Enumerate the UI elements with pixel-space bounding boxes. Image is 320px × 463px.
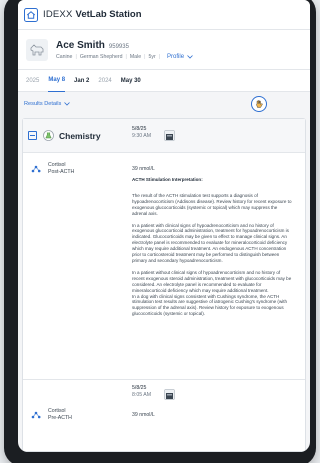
analyzer-icon xyxy=(164,389,175,400)
result-time: 8:05 AM xyxy=(132,392,152,398)
dog-avatar-icon xyxy=(26,38,48,61)
row-label-sample: Post-ACTH xyxy=(48,169,75,175)
row-label: Cortisol Pre-ACTH xyxy=(48,408,72,422)
app-screen: IDEXX VetLab Station Ace Smith 959935 Ca… xyxy=(18,0,310,452)
patient-card: Ace Smith 959935 Canine | German Shepher… xyxy=(18,30,310,70)
results-details-label: Results Details xyxy=(24,101,62,107)
profile-dropdown[interactable]: Profile xyxy=(167,54,193,60)
molecule-icon xyxy=(31,411,41,419)
interpretation-paragraph: The result of the ACTH stimulation test … xyxy=(132,192,292,216)
result-date: 5/8/25 xyxy=(132,385,147,391)
analyzer-icon xyxy=(164,130,175,141)
results-details-dropdown[interactable]: Results Details xyxy=(24,101,71,107)
second-timestamp: 5/8/25 8:05 AM xyxy=(132,385,151,399)
chemistry-title: Chemistry xyxy=(59,130,101,141)
interpretation-paragraph: In a patient with clinical signs of hypo… xyxy=(132,222,289,263)
chemistry-card: Chemistry 5/8/25 9:30 AM Cortisol Post-A… xyxy=(22,118,306,452)
row-label-analyte: Cortisol xyxy=(48,408,66,414)
divider xyxy=(23,379,305,380)
tab-may-8[interactable]: May 8 xyxy=(48,70,66,92)
app-title: VetLab Station xyxy=(75,9,142,20)
interpretation-paragraph: In a dog with clinical signs consistent … xyxy=(132,293,288,317)
chemistry-timestamp: 5/8/25 9:30 AM xyxy=(132,126,151,140)
interpretation-heading: ACTH Stimulation Interpretation: xyxy=(132,177,203,182)
row-value: 39 nmol/L xyxy=(132,166,155,172)
chevron-down-icon xyxy=(187,54,193,59)
patient-age: 5yr xyxy=(148,53,156,60)
molecule-icon xyxy=(31,165,41,173)
patient-meta: Canine | German Shepherd | Male | 5yr | … xyxy=(56,54,193,60)
chevron-down-icon xyxy=(64,102,71,106)
chemistry-icon xyxy=(43,130,54,141)
row-value: 39 nmol/L xyxy=(132,412,155,418)
result-date: 5/8/25 xyxy=(132,126,147,132)
patient-sex: Male xyxy=(129,53,142,60)
date-tabs: 2025 May 8 Jan 2 2024 May 30 xyxy=(18,70,310,92)
results-bar: Results Details xyxy=(18,92,310,116)
patient-breed: German Shepherd xyxy=(79,53,123,60)
row-label: Cortisol Post-ACTH xyxy=(48,162,74,176)
patient-species: Canine xyxy=(56,53,73,60)
row-label-analyte: Cortisol xyxy=(48,162,66,168)
app-header: IDEXX VetLab Station xyxy=(18,0,310,30)
year-label-2024: 2024 xyxy=(98,77,112,84)
profile-label: Profile xyxy=(167,53,185,60)
patient-name: Ace Smith xyxy=(56,39,105,51)
result-time: 9:30 AM xyxy=(132,133,152,139)
collapse-button[interactable] xyxy=(28,131,37,140)
row-label-sample: Pre-ACTH xyxy=(48,415,72,421)
tab-jan-2[interactable]: Jan 2 xyxy=(74,70,89,92)
table-row: Cortisol Pre-ACTH 39 nmol/L xyxy=(23,401,305,429)
brand-prefix: IDEXX xyxy=(43,9,73,20)
year-label-2025: 2025 xyxy=(26,77,40,84)
patient-id: 959935 xyxy=(108,43,129,50)
tablet-frame: IDEXX VetLab Station Ace Smith 959935 Ca… xyxy=(4,0,316,463)
interpretation-paragraph: In a patient without clinical signs of h… xyxy=(132,269,292,293)
notes-button[interactable] xyxy=(251,96,267,112)
tab-may-30[interactable]: May 30 xyxy=(121,70,141,92)
interpretation-text: ACTH Stimulation Interpretation: The res… xyxy=(132,177,292,323)
home-icon[interactable] xyxy=(24,7,38,22)
hand-icon xyxy=(256,99,263,108)
chemistry-header: Chemistry 5/8/25 9:30 AM xyxy=(23,119,305,153)
